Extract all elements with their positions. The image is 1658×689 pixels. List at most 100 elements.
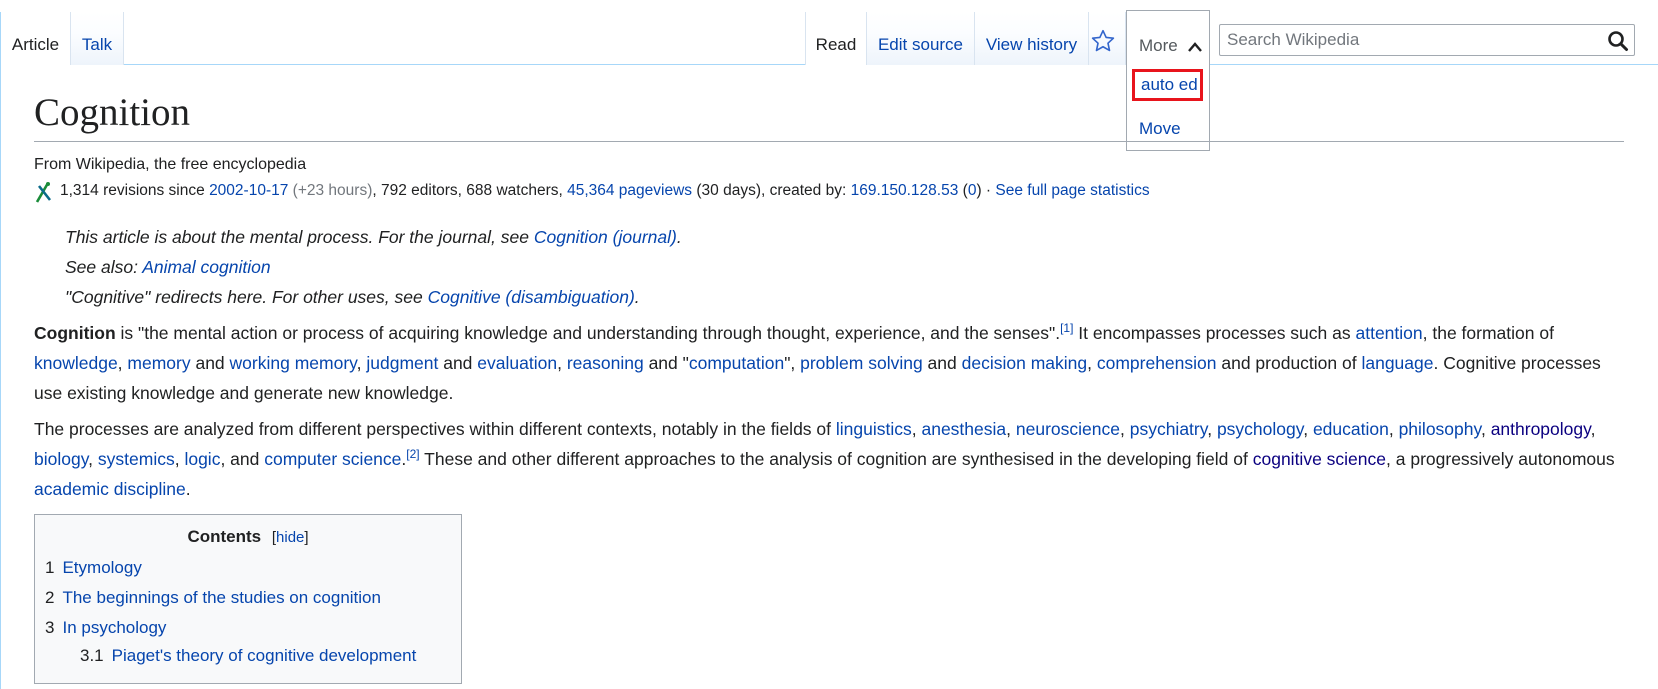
hatnote-text: "Cognitive" redirects here. For other us…: [65, 287, 428, 307]
link-cognitive-science[interactable]: cognitive science: [1253, 449, 1386, 469]
toc-hide-link[interactable]: hide: [276, 529, 304, 546]
stats-close-paren: ) ·: [976, 182, 996, 199]
link-evaluation[interactable]: evaluation: [477, 353, 557, 373]
link-decision-making[interactable]: decision making: [962, 353, 1087, 373]
search-icon[interactable]: [1607, 30, 1629, 52]
toc-number: 3: [45, 618, 55, 637]
tab-view-history[interactable]: View history: [975, 12, 1089, 65]
toc-item-beginnings[interactable]: 2 The beginnings of the studies on cognit…: [45, 583, 451, 613]
text-run: .: [185, 479, 191, 499]
stats-editors-watchers: , 792 editors, 688 watchers,: [372, 182, 568, 199]
more-menu-button[interactable]: More: [1126, 10, 1210, 66]
reference-1[interactable]: [1]: [1060, 321, 1073, 335]
link-computation[interactable]: computation: [689, 353, 784, 373]
hatnote-redirect: "Cognitive" redirects here. For other us…: [65, 282, 1624, 312]
link-comprehension[interactable]: comprehension: [1097, 353, 1217, 373]
hatnote-journal: This article is about the mental process…: [65, 222, 1624, 252]
link-language[interactable]: language: [1361, 353, 1433, 373]
toc-title: Contents: [187, 527, 262, 546]
link-anthropology[interactable]: anthropology: [1491, 419, 1591, 439]
text-run: is "the mental action or process of acqu…: [115, 323, 1061, 343]
hatnote-end: .: [676, 227, 682, 247]
link-reasoning[interactable]: reasoning: [567, 353, 644, 373]
site-subtitle: From Wikipedia, the free encyclopedia: [34, 156, 307, 173]
article-content: Cognition From Wikipedia, the free encyc…: [34, 88, 1624, 684]
reference-2[interactable]: [2]: [406, 447, 419, 461]
tab-talk[interactable]: Talk: [71, 12, 124, 65]
tab-article-label: Article: [11, 35, 60, 54]
toc-item-piaget[interactable]: 3.1 Piaget's theory of cognitive developm…: [45, 643, 451, 669]
toc-number: 1: [45, 558, 55, 577]
hatnote-link-journal[interactable]: Cognition (journal): [534, 227, 677, 247]
content-left-border: [0, 12, 1, 689]
hatnote-link-animal-cognition[interactable]: Animal cognition: [142, 257, 270, 277]
xtools-icon: [35, 182, 52, 203]
tab-bar-line: [124, 64, 805, 65]
link-computer-science[interactable]: computer science: [264, 449, 401, 469]
text-run: The processes are analyzed from differen…: [34, 419, 836, 439]
text-run: It encompasses processes such as: [1073, 323, 1356, 343]
toc-header: Contents [hide]: [45, 522, 451, 553]
paragraph-intro: Cognition is "the mental action or proce…: [34, 321, 1601, 403]
tab-edit-source[interactable]: Edit source: [867, 12, 975, 65]
tab-bar-line-right: [1210, 64, 1658, 65]
toc-link[interactable]: Piaget's theory of cognitive development: [112, 646, 417, 665]
hatnote-text: See also:: [65, 257, 143, 277]
page-stats: 1,314 revisions since 2002-10-17 (+23 ho…: [34, 180, 1624, 203]
link-philosophy[interactable]: philosophy: [1399, 419, 1481, 439]
link-problem-solving[interactable]: problem solving: [800, 353, 923, 373]
star-icon[interactable]: [1090, 28, 1116, 54]
hatnote-end: .: [634, 287, 640, 307]
link-logic[interactable]: logic: [184, 449, 220, 469]
toc-number: 3.1: [80, 646, 104, 665]
text-run: , the formation of: [1422, 323, 1554, 343]
link-anesthesia[interactable]: anesthesia: [921, 419, 1006, 439]
stats-creator-link[interactable]: 169.150.128.53: [851, 182, 959, 199]
link-memory[interactable]: memory: [127, 353, 190, 373]
link-systemics[interactable]: systemics: [98, 449, 175, 469]
tab-read[interactable]: Read: [805, 12, 867, 65]
text-run: These and other different approaches to …: [419, 449, 1253, 469]
link-judgment[interactable]: judgment: [366, 353, 438, 373]
toc-link[interactable]: The beginnings of the studies on cogniti…: [62, 588, 381, 607]
toc-item-etymology[interactable]: 1 Etymology: [45, 553, 451, 583]
toc-hide-toggle[interactable]: [hide]: [272, 529, 309, 546]
hatnotes: This article is about the mental process…: [34, 222, 1624, 312]
search-input[interactable]: [1219, 24, 1635, 56]
tab-read-label: Read: [815, 35, 857, 54]
link-attention[interactable]: attention: [1355, 323, 1422, 343]
stats-pageviews-period: (30 days), created by:: [692, 182, 851, 199]
stats-since-date-link[interactable]: 2002-10-17: [209, 182, 288, 199]
tab-view-history-label: View history: [985, 35, 1078, 54]
text-run: and production of: [1216, 353, 1362, 373]
link-linguistics[interactable]: linguistics: [836, 419, 912, 439]
hatnote-text: This article is about the mental process…: [65, 227, 534, 247]
stats-pageviews-link[interactable]: 45,364 pageviews: [567, 182, 692, 199]
bold-term: Cognition: [34, 323, 116, 343]
link-psychology[interactable]: psychology: [1217, 419, 1303, 439]
chevron-up-icon: [1188, 42, 1202, 52]
stats-since-delta: (+23 hours): [288, 182, 373, 199]
more-menu-label: More: [1139, 36, 1178, 55]
link-education[interactable]: education: [1313, 419, 1389, 439]
tab-talk-label: Talk: [81, 35, 113, 54]
link-academic-discipline[interactable]: academic discipline: [34, 479, 186, 499]
toc-item-in-psychology[interactable]: 3 In psychology: [45, 613, 451, 643]
top-navigation: Article Talk Read Edit source View histo…: [0, 0, 1658, 689]
link-neuroscience[interactable]: neuroscience: [1016, 419, 1120, 439]
stats-full-page-link[interactable]: See full page statistics: [995, 182, 1149, 199]
text-run: , a progressively autonomous: [1386, 449, 1615, 469]
toc-link[interactable]: In psychology: [62, 618, 166, 637]
tab-edit-source-label: Edit source: [877, 35, 964, 54]
link-biology[interactable]: biology: [34, 449, 88, 469]
link-working-memory[interactable]: working memory: [230, 353, 357, 373]
paragraph-fields: The processes are analyzed from differen…: [34, 419, 1615, 499]
table-of-contents: Contents [hide] 1 Etymology 2 The beginnin…: [34, 514, 462, 684]
toc-link[interactable]: Etymology: [62, 558, 141, 577]
tab-article[interactable]: Article: [1, 12, 71, 65]
page-title: Cognition: [34, 88, 1624, 142]
link-psychiatry[interactable]: psychiatry: [1130, 419, 1207, 439]
hatnote-link-disambiguation[interactable]: Cognitive (disambiguation): [428, 287, 635, 307]
link-knowledge[interactable]: knowledge: [34, 353, 118, 373]
stats-revisions: 1,314 revisions since: [60, 182, 210, 199]
